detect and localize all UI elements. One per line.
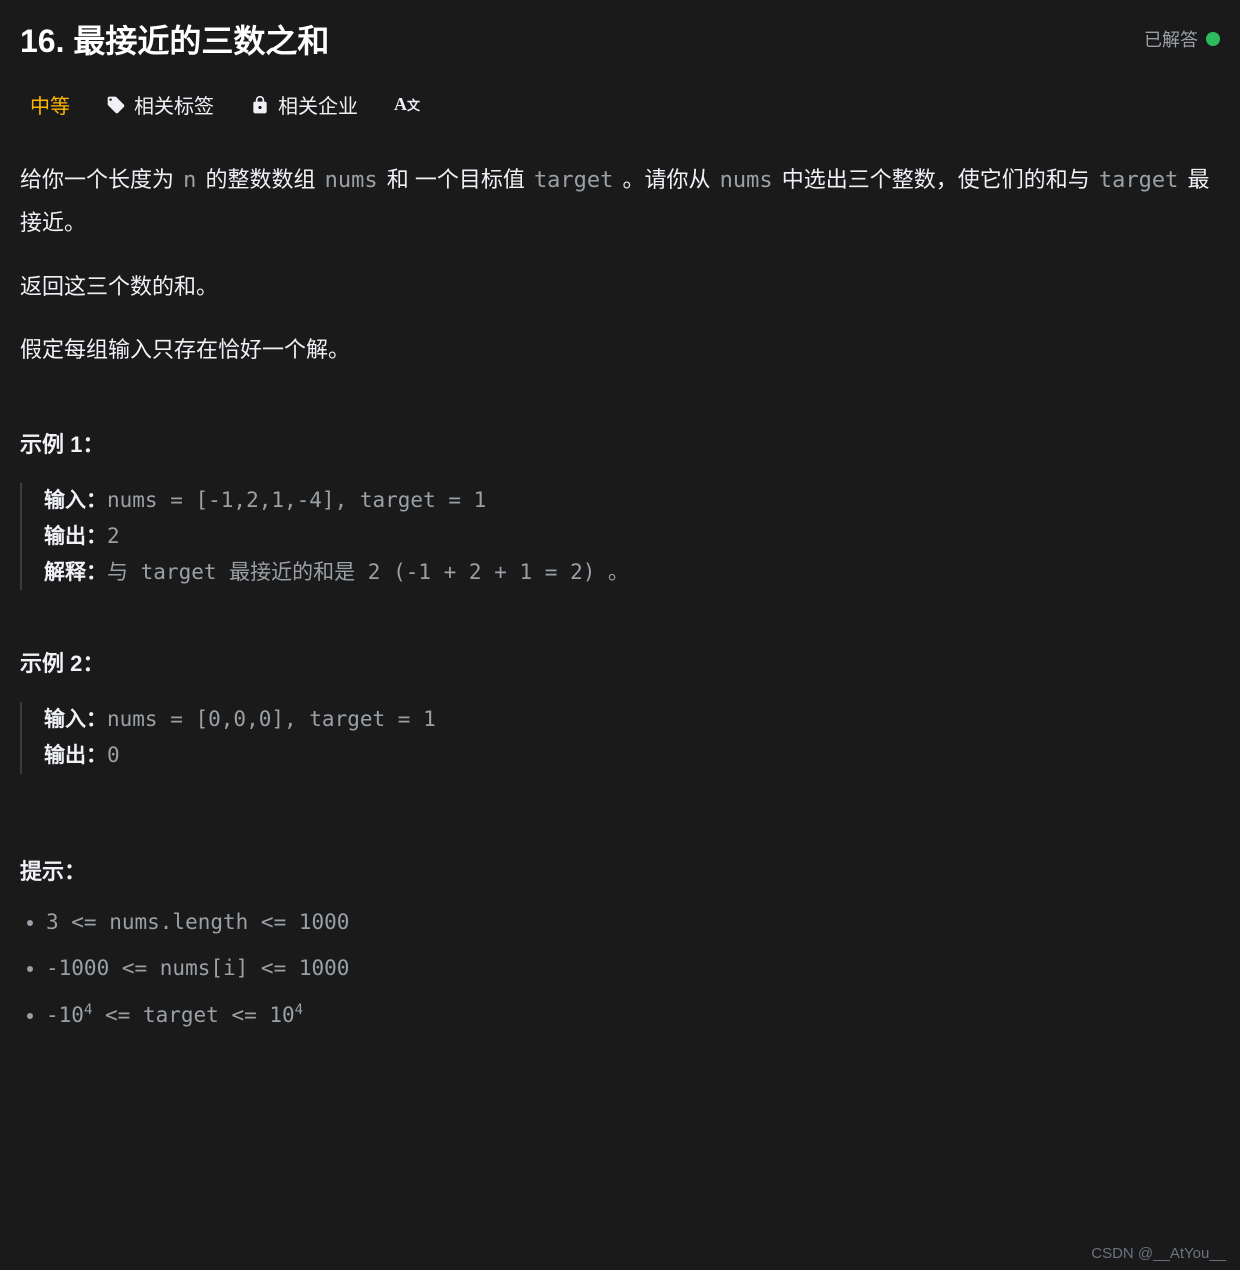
problem-title: 16. 最接近的三数之和 [20, 16, 329, 62]
check-circle-icon [1206, 32, 1220, 46]
constraints-list: 3 <= nums.length <= 1000 -1000 <= nums[i… [20, 910, 1220, 1027]
tabs-row: 中等 相关标签 相关企业 A文 [20, 90, 1220, 119]
constraint-item: 3 <= nums.length <= 1000 [46, 910, 1220, 934]
description-p1: 给你一个长度为 n 的整数数组 nums 和 一个目标值 target 。请你从… [20, 159, 1220, 244]
constraint-item: -1000 <= nums[i] <= 1000 [46, 956, 1220, 980]
companies-tab[interactable]: 相关企业 [250, 90, 358, 119]
header: 16. 最接近的三数之和 已解答 [20, 16, 1220, 62]
description-p2: 返回这三个数的和。 [20, 266, 1220, 308]
example2: 输入：nums = [0,0,0], target = 1 输出：0 [20, 702, 1220, 773]
description-p3: 假定每组输入只存在恰好一个解。 [20, 329, 1220, 371]
hints-title: 提示： [20, 854, 1220, 886]
lock-icon [250, 95, 270, 115]
code-target2: target [1096, 168, 1181, 193]
tag-icon [106, 95, 126, 115]
difficulty-tab[interactable]: 中等 [30, 90, 70, 119]
translate-icon: A文 [394, 94, 420, 115]
example2-title: 示例 2： [20, 646, 1220, 678]
watermark: CSDN @__AtYou__ [1091, 1245, 1226, 1262]
code-target: target [531, 168, 616, 193]
code-n: n [180, 168, 199, 193]
translate-tab[interactable]: A文 [394, 94, 420, 115]
code-nums2: nums [717, 168, 776, 193]
code-nums: nums [322, 168, 381, 193]
example1-title: 示例 1： [20, 427, 1220, 459]
solved-status: 已解答 [1144, 26, 1220, 52]
constraint-item: -104 <= target <= 104 [46, 1002, 1220, 1027]
tags-tab[interactable]: 相关标签 [106, 90, 214, 119]
example1: 输入：nums = [-1,2,1,-4], target = 1 输出：2 解… [20, 483, 1220, 590]
solved-label: 已解答 [1144, 26, 1198, 52]
